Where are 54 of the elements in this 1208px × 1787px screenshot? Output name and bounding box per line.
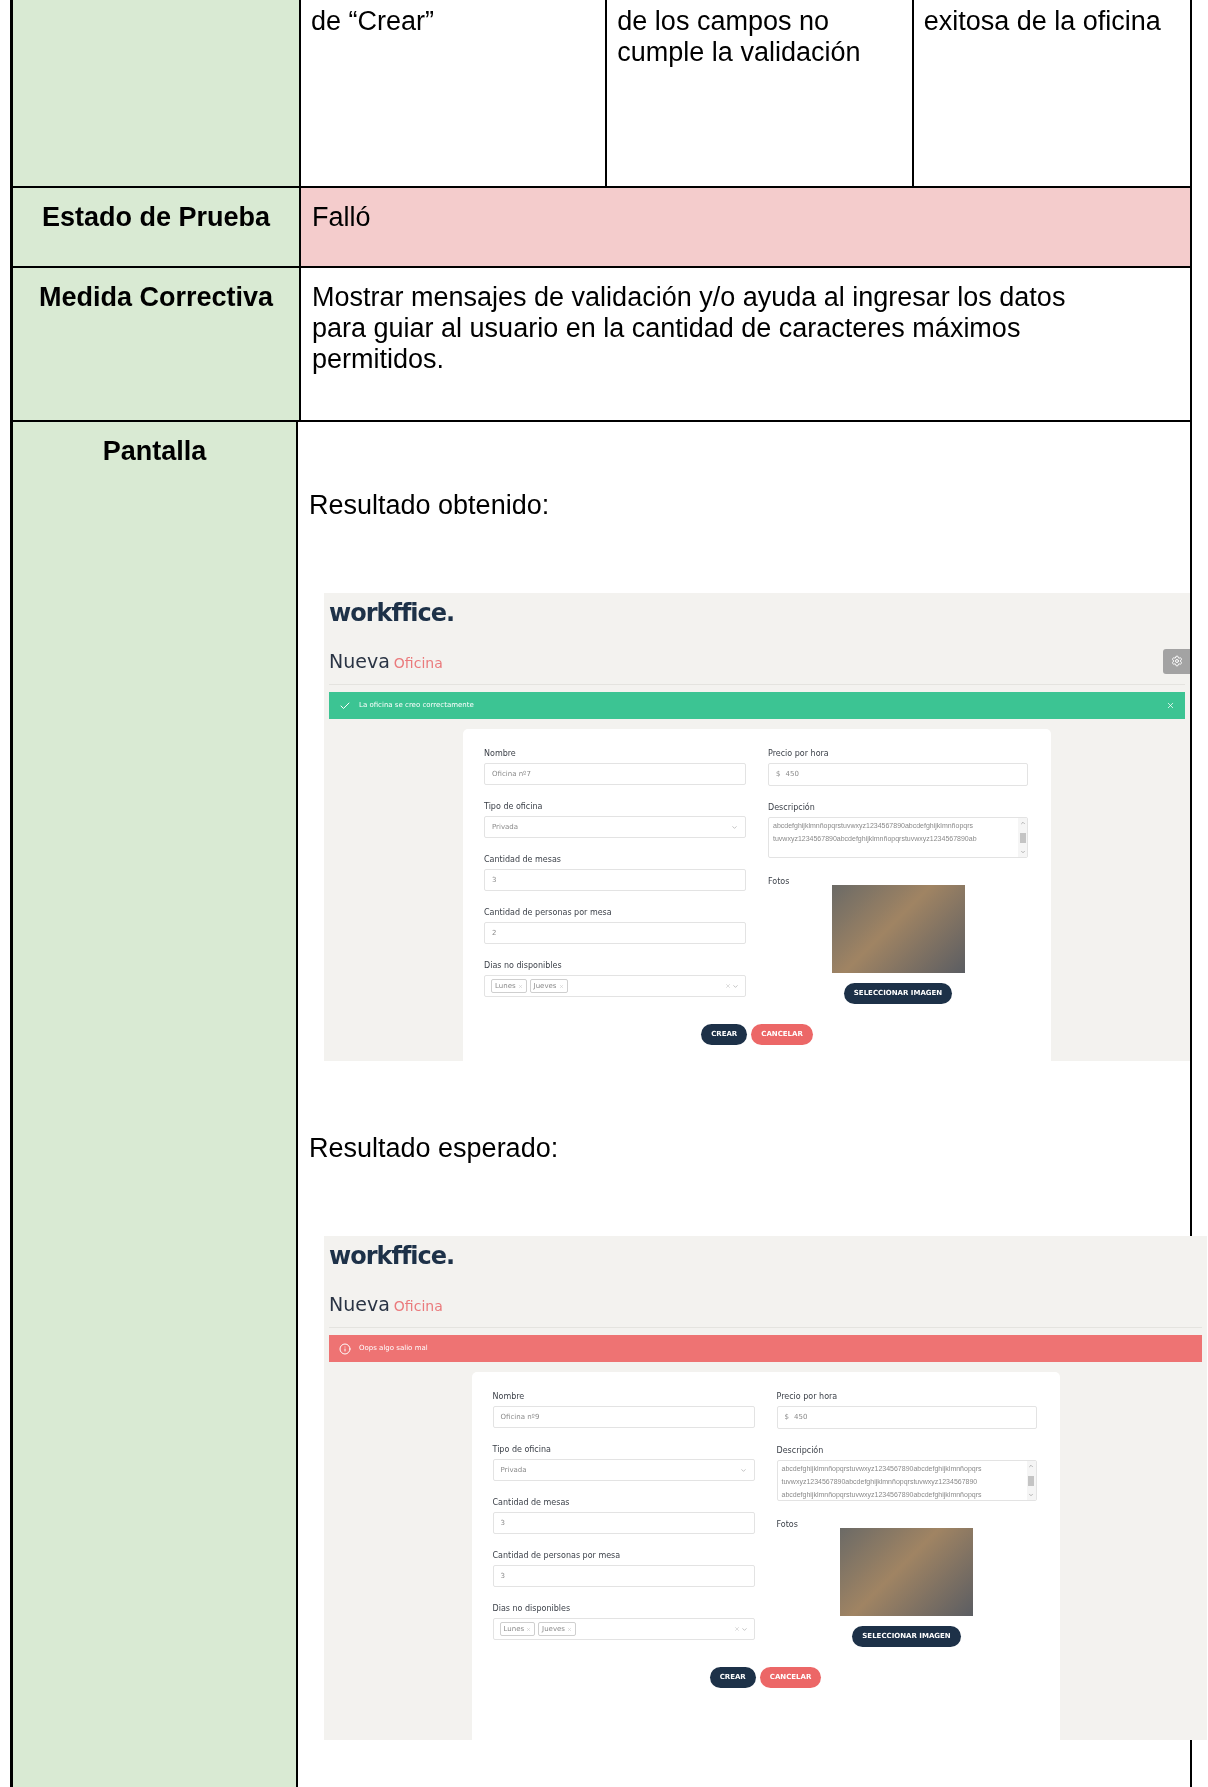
field-label: Descripción bbox=[776, 1446, 825, 1456]
row-label: Medida Correctiva bbox=[38, 282, 274, 314]
caret-icon[interactable] bbox=[732, 982, 739, 990]
logo: workffice. bbox=[329, 1242, 455, 1270]
scroll-up-icon[interactable] bbox=[1019, 820, 1026, 826]
logo: workffice. bbox=[329, 599, 455, 627]
scrollbar[interactable] bbox=[1018, 818, 1027, 857]
page-title: Nueva bbox=[329, 1291, 390, 1317]
field-label: Cantidad de personas por mesa bbox=[492, 1551, 622, 1561]
page-title-accent: Oficina bbox=[393, 653, 443, 673]
remove-icon[interactable] bbox=[567, 1626, 572, 1632]
field-label: Tipo de oficina bbox=[492, 1445, 552, 1455]
field-label: Nombre bbox=[484, 749, 517, 759]
table-cell: de “Crear” bbox=[311, 6, 435, 36]
scrollbar-thumb[interactable] bbox=[1028, 1475, 1034, 1486]
row-label: Pantalla bbox=[102, 436, 207, 468]
clear-icon[interactable] bbox=[725, 983, 731, 989]
section-caption: Resultado obtenido: bbox=[309, 490, 551, 521]
field-label: Fotos bbox=[776, 1520, 799, 1530]
clear-icon[interactable] bbox=[733, 1626, 740, 1632]
scrollbar[interactable] bbox=[1026, 1461, 1036, 1500]
field-label: Dias no disponibles bbox=[484, 961, 563, 971]
field-label: Cantidad de mesas bbox=[484, 855, 562, 865]
field-label: Precio por hora bbox=[776, 1392, 839, 1402]
page-title-accent: Oficina bbox=[393, 1296, 443, 1316]
caret-icon bbox=[739, 1466, 747, 1474]
section-caption: Resultado esperado: bbox=[309, 1133, 560, 1164]
info-icon bbox=[339, 1342, 351, 1355]
cell-text: Falló bbox=[312, 202, 371, 232]
field-label: Fotos bbox=[768, 877, 791, 887]
field-label: Nombre bbox=[492, 1392, 526, 1402]
field-label: Cantidad de personas por mesa bbox=[484, 908, 613, 918]
table-cell: exitosa de la oficina bbox=[923, 6, 1161, 36]
caret-icon bbox=[731, 823, 738, 831]
field-label: Precio por hora bbox=[768, 749, 830, 759]
page-title: Nueva bbox=[329, 648, 390, 674]
remove-icon[interactable] bbox=[526, 1626, 532, 1632]
cell-text: Mostrar mensajes de validación y/o ayuda al ingresar los datos para guiar al usuario en la cantidad de caracteres máximos permitidos. bbox=[312, 282, 1066, 374]
scroll-up-icon[interactable] bbox=[1028, 1463, 1034, 1469]
remove-icon[interactable] bbox=[517, 983, 523, 989]
scroll-down-icon[interactable] bbox=[1028, 1492, 1034, 1498]
caret-icon[interactable] bbox=[740, 1625, 748, 1633]
table-cell: de los campos no cumple la validación bbox=[617, 6, 861, 67]
settings-icon bbox=[1170, 655, 1183, 667]
remove-icon[interactable] bbox=[558, 983, 564, 989]
row-label: Estado de Prueba bbox=[41, 202, 271, 234]
field-label: Tipo de oficina bbox=[484, 802, 544, 812]
scrollbar-thumb[interactable] bbox=[1019, 832, 1026, 843]
field-label: Cantidad de mesas bbox=[492, 1498, 571, 1508]
field-label: Descripción bbox=[768, 803, 816, 813]
scroll-down-icon[interactable] bbox=[1019, 849, 1026, 855]
close-icon[interactable] bbox=[1166, 701, 1175, 710]
field-label: Dias no disponibles bbox=[492, 1604, 572, 1614]
settings-button[interactable] bbox=[1163, 648, 1190, 674]
